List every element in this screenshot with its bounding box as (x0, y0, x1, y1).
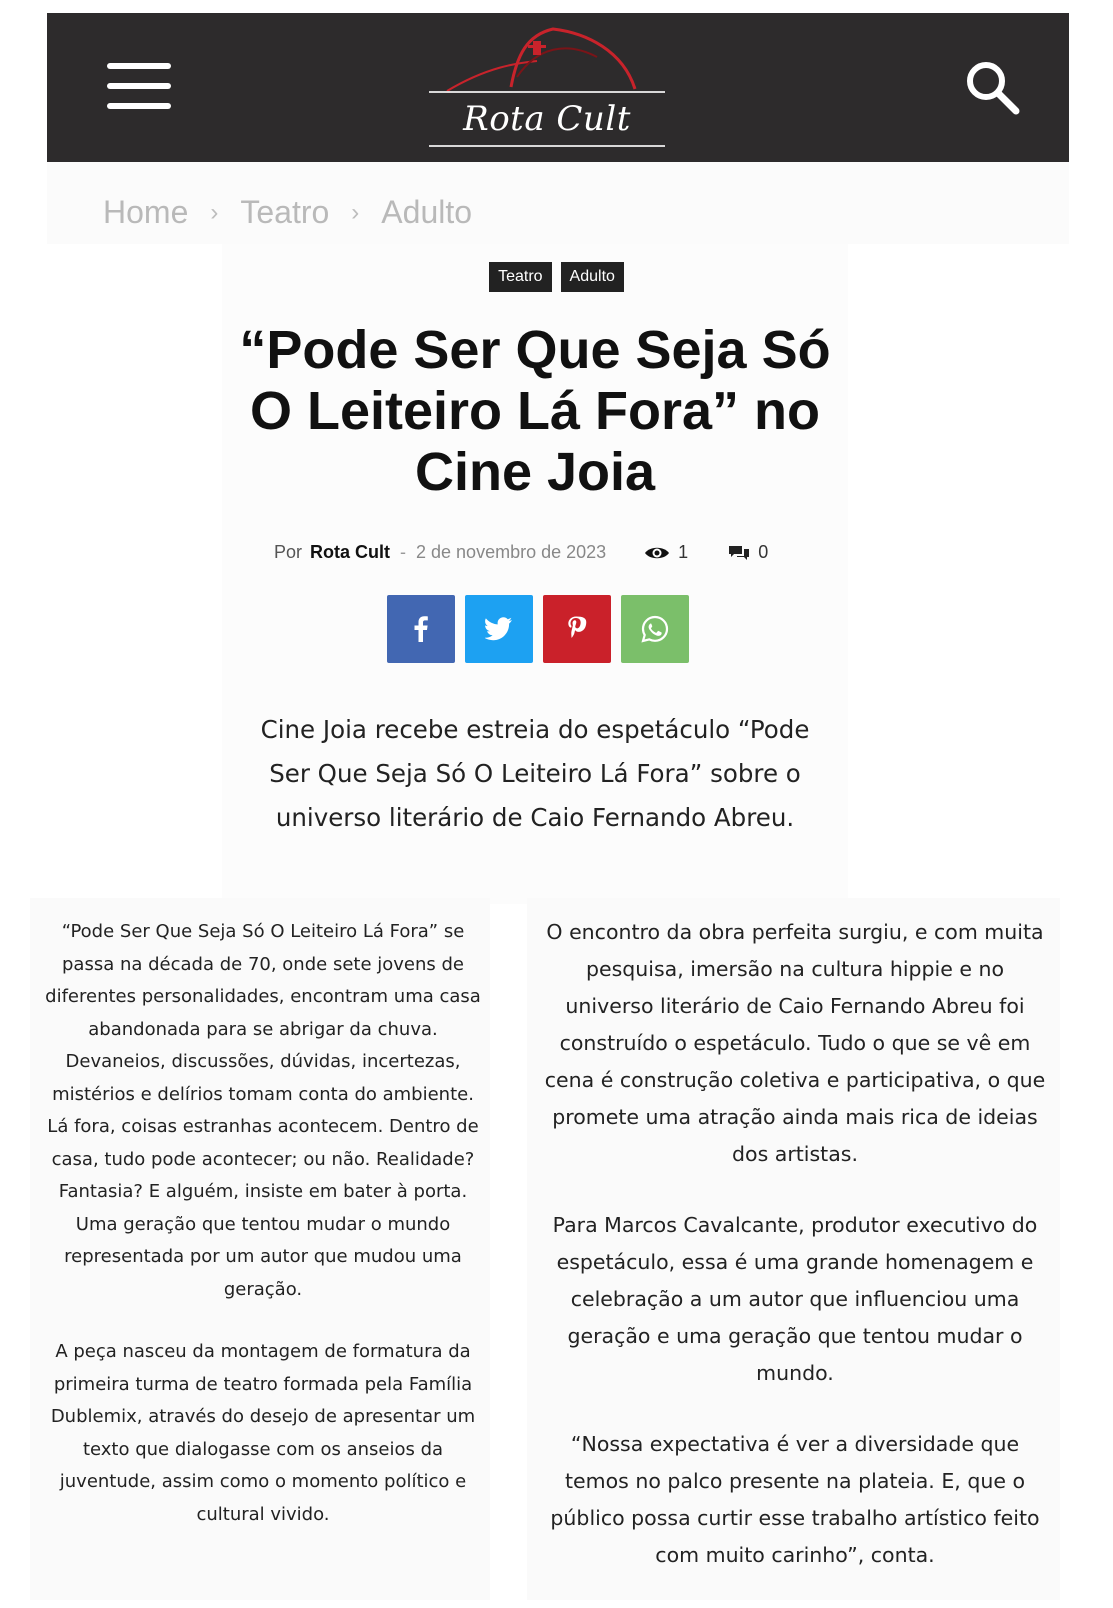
article-column-left: “Pode Ser Que Seja Só O Leiteiro Lá Fora… (30, 898, 490, 1600)
article-title: “Pode Ser Que Seja Só O Leiteiro Lá Fora… (239, 320, 831, 502)
twitter-share-button[interactable] (465, 595, 533, 663)
twitter-icon (485, 617, 512, 641)
article-meta: Por Rota Cult - 2 de novembro de 2023 1 … (274, 542, 768, 563)
eye-icon (645, 547, 670, 558)
comments-count[interactable]: 0 (728, 542, 768, 563)
by-label: Por (274, 542, 303, 562)
tag-adulto[interactable]: Adulto (560, 262, 624, 292)
comments-value: 0 (758, 542, 769, 562)
search-icon[interactable] (962, 57, 1022, 117)
paragraph-creation: O encontro da obra perfeita surgiu, e co… (544, 920, 1046, 1166)
facebook-icon (414, 616, 428, 642)
site-header: Rota Cult (47, 13, 1069, 162)
paragraph-origin: A peça nasceu da montagem de formatura d… (50, 1341, 476, 1525)
breadcrumb-adulto[interactable]: Adulto (381, 194, 472, 231)
hamburger-menu-icon[interactable] (107, 63, 171, 111)
breadcrumb: Home › Teatro › Adulto (103, 194, 472, 231)
tag-teatro[interactable]: Teatro (489, 262, 552, 292)
breadcrumb-separator: › (210, 198, 219, 226)
meta-separator: - (400, 542, 407, 562)
publish-date: 2 de novembro de 2023 (416, 542, 607, 562)
author-link[interactable]: Rota Cult (310, 542, 390, 563)
breadcrumb-bar: Home › Teatro › Adulto (47, 162, 1069, 244)
share-buttons (387, 595, 689, 663)
breadcrumb-teatro[interactable]: Teatro (240, 194, 329, 231)
pinterest-icon (568, 616, 587, 638)
facebook-share-button[interactable] (387, 595, 455, 663)
views-value: 1 (678, 542, 689, 562)
pinterest-share-button[interactable] (543, 595, 611, 663)
breadcrumb-home[interactable]: Home (103, 194, 188, 231)
comments-icon (729, 545, 750, 560)
category-tags: Teatro Adulto (0, 262, 1113, 292)
paragraph-synopsis: “Pode Ser Que Seja Só O Leiteiro Lá Fora… (45, 921, 481, 1300)
site-logo[interactable]: Rota Cult (427, 27, 667, 147)
article-column-right: O encontro da obra perfeita surgiu, e co… (527, 898, 1060, 1600)
breadcrumb-separator: › (351, 198, 360, 226)
paragraph-quote: “Nossa expectativa é ver a diversidade q… (550, 1432, 1040, 1567)
article-lead: Cine Joia recebe estreia do espetáculo “… (260, 715, 810, 832)
paragraph-producer: Para Marcos Cavalcante, produtor executi… (552, 1213, 1038, 1385)
logo-text: Rota Cult (429, 91, 665, 147)
views-count: 1 (644, 542, 688, 563)
whatsapp-icon (641, 615, 669, 643)
whatsapp-share-button[interactable] (621, 595, 689, 663)
